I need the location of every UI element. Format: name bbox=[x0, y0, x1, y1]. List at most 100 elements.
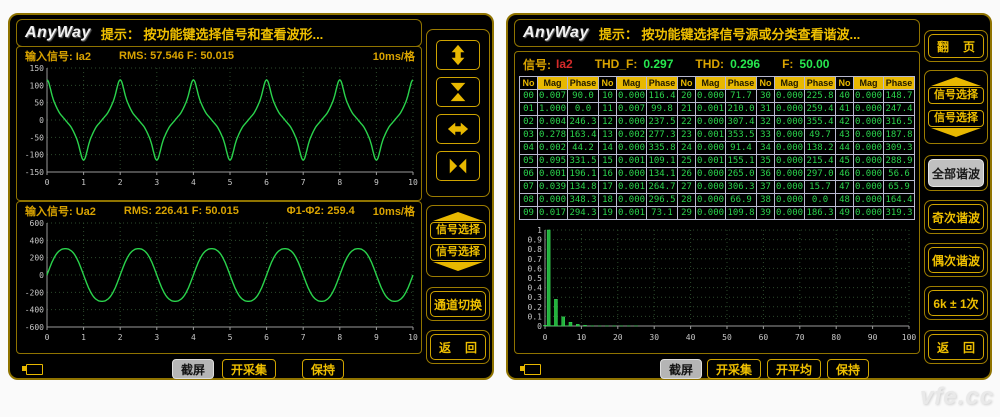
triangle-down-icon bbox=[931, 128, 981, 137]
harmonic-phase: 56.6 bbox=[883, 167, 915, 181]
page-flip-button[interactable]: 翻 页 bbox=[924, 30, 988, 62]
harmonic-mag: 0.000 bbox=[537, 193, 568, 207]
harmonics-table: No Mag Phase No Mag Phase No Mag Phase No Mag Phase… bbox=[519, 76, 915, 220]
signal-select-down-button[interactable]: 信号选择 bbox=[928, 107, 984, 140]
harmonic-phase: 65.9 bbox=[883, 180, 915, 194]
svg-text:8: 8 bbox=[337, 333, 342, 342]
thd-label: THD: bbox=[695, 57, 725, 71]
harmonic-no: 25 bbox=[677, 154, 696, 168]
channel-switch-label: 通道切换 bbox=[430, 291, 486, 317]
waveform-screen-panel: AnyWay 提示： 按功能键选择信号和查看波形... 输入信号: Ia2 RM… bbox=[8, 13, 494, 380]
harmonic-mag: 0.000 bbox=[695, 89, 726, 103]
harmonic-phase: 66.9 bbox=[725, 193, 757, 207]
signal-select-label: 信号选择 bbox=[430, 221, 486, 239]
harmonic-phase: 15.7 bbox=[804, 180, 836, 194]
horizontal-expand-button[interactable] bbox=[436, 114, 480, 144]
col-header-phase: Phase bbox=[883, 76, 915, 90]
harmonic-no: 27 bbox=[677, 180, 696, 194]
harmonic-phase: 187.8 bbox=[883, 128, 915, 142]
anyway-logo: AnyWay bbox=[25, 24, 91, 41]
signal-select-label: 信号选择 bbox=[928, 110, 984, 127]
svg-text:0: 0 bbox=[39, 116, 44, 125]
harmonic-mag: 0.001 bbox=[616, 206, 647, 220]
harmonic-mag: 0.017 bbox=[537, 206, 568, 220]
all-harmonics-button[interactable]: 全部谐波 bbox=[924, 155, 988, 191]
harmonic-mag: 0.000 bbox=[853, 167, 884, 181]
start-acquisition-button[interactable]: 开采集 bbox=[222, 359, 277, 379]
svg-text:6: 6 bbox=[264, 333, 269, 342]
vertical-compress-button[interactable] bbox=[436, 77, 480, 107]
harmonic-mag: 0.000 bbox=[774, 167, 805, 181]
harmonics-content: 信号: Ia2 THD_F: 0.297 THD: 0.296 F: 50.00… bbox=[514, 51, 920, 354]
harmonic-phase: 0.0 bbox=[567, 102, 599, 116]
table-header-row: No Mag Phase No Mag Phase No Mag Phase No Mag Phase… bbox=[519, 76, 915, 90]
signal-select-label: 信号选择 bbox=[928, 87, 984, 104]
six-k-harmonics-button[interactable]: 6k ± 1次 bbox=[924, 286, 988, 320]
harmonic-mag: 0.000 bbox=[616, 89, 647, 103]
harmonic-no: 45 bbox=[835, 154, 854, 168]
table-row: 01 1.000 0.0 11 0.007 99.8 21 0.001 210.0 31 0.000… bbox=[519, 102, 915, 116]
harmonic-no: 04 bbox=[519, 141, 538, 155]
harmonic-phase: 353.5 bbox=[725, 128, 757, 142]
harmonic-phase: 259.4 bbox=[804, 102, 836, 116]
vertical-expand-button[interactable] bbox=[436, 40, 480, 70]
svg-text:0.8: 0.8 bbox=[528, 245, 543, 254]
signal-select-up-button[interactable]: 信号选择 bbox=[430, 209, 486, 241]
page-flip-label: 翻 bbox=[937, 39, 950, 54]
start-average-label: 开平均 bbox=[776, 362, 813, 377]
harmonic-mag: 0.000 bbox=[853, 193, 884, 207]
svg-text:0.6: 0.6 bbox=[528, 264, 543, 273]
back-button[interactable]: 返 回 bbox=[426, 330, 490, 364]
harmonic-no: 18 bbox=[598, 193, 617, 207]
svg-text:0.1: 0.1 bbox=[528, 312, 543, 321]
harmonic-mag: 0.000 bbox=[853, 128, 884, 142]
svg-text:5: 5 bbox=[228, 178, 233, 187]
horizontal-expand-icon bbox=[447, 122, 469, 136]
harmonic-phase: 307.4 bbox=[725, 115, 757, 129]
back-label: 返 bbox=[937, 340, 950, 355]
table-row: 03 0.278 163.4 13 0.002 277.3 23 0.001 353.5 33 0.… bbox=[519, 128, 915, 142]
harmonic-no: 09 bbox=[519, 206, 538, 220]
harmonic-phase: 71.7 bbox=[725, 89, 757, 103]
channel-switch-button[interactable]: 通道切换 bbox=[426, 287, 490, 321]
signal-select-down-button[interactable]: 信号选择 bbox=[430, 241, 486, 273]
table-row: 08 0.000 348.3 18 0.000 296.5 28 0.000 66.9 38 0.0… bbox=[519, 193, 915, 207]
six-k-label: 6k ± 1次 bbox=[928, 290, 984, 316]
harmonic-phase: 163.4 bbox=[567, 128, 599, 142]
harmonic-mag: 0.004 bbox=[537, 115, 568, 129]
start-acquisition-button[interactable]: 开采集 bbox=[707, 359, 762, 379]
frequency-value: 50.00 bbox=[799, 57, 830, 71]
svg-text:40: 40 bbox=[686, 333, 696, 342]
battery-icon bbox=[22, 364, 43, 375]
harmonic-mag: 0.039 bbox=[537, 180, 568, 194]
harmonic-no: 12 bbox=[598, 115, 617, 129]
harmonic-no: 33 bbox=[756, 128, 775, 142]
hold-button[interactable]: 保持 bbox=[302, 359, 345, 379]
harmonic-no: 22 bbox=[677, 115, 696, 129]
start-average-button[interactable]: 开平均 bbox=[767, 359, 822, 379]
svg-text:0.3: 0.3 bbox=[528, 293, 543, 302]
screenshot-stage: AnyWay 提示： 按功能键选择信号和查看波形... 输入信号: Ia2 RM… bbox=[0, 0, 1000, 417]
harmonic-no: 24 bbox=[677, 141, 696, 155]
hold-button[interactable]: 保持 bbox=[827, 359, 870, 379]
even-harmonics-button[interactable]: 偶次谐波 bbox=[924, 243, 988, 277]
horizontal-compress-icon bbox=[449, 158, 467, 174]
harmonic-phase: 196.1 bbox=[567, 167, 599, 181]
screenshot-button[interactable]: 截屏 bbox=[660, 359, 703, 379]
horizontal-compress-button[interactable] bbox=[436, 151, 480, 181]
back-button[interactable]: 返 回 bbox=[924, 330, 988, 364]
col-header-mag: Mag bbox=[537, 76, 568, 90]
col-header-phase: Phase bbox=[804, 76, 836, 90]
screenshot-button[interactable]: 截屏 bbox=[172, 359, 215, 379]
return-glyph: 回 bbox=[962, 340, 975, 355]
harmonic-no: 01 bbox=[519, 102, 538, 116]
harmonic-mag: 0.000 bbox=[853, 102, 884, 116]
odd-harmonics-button[interactable]: 奇次谐波 bbox=[924, 200, 988, 234]
svg-text:600: 600 bbox=[30, 219, 45, 228]
harmonic-no: 15 bbox=[598, 154, 617, 168]
svg-text:2: 2 bbox=[118, 178, 123, 187]
signal-select-up-button[interactable]: 信号选择 bbox=[928, 74, 984, 107]
triangle-up-icon bbox=[433, 211, 483, 221]
harmonic-mag: 0.002 bbox=[616, 128, 647, 142]
svg-text:5: 5 bbox=[228, 333, 233, 342]
